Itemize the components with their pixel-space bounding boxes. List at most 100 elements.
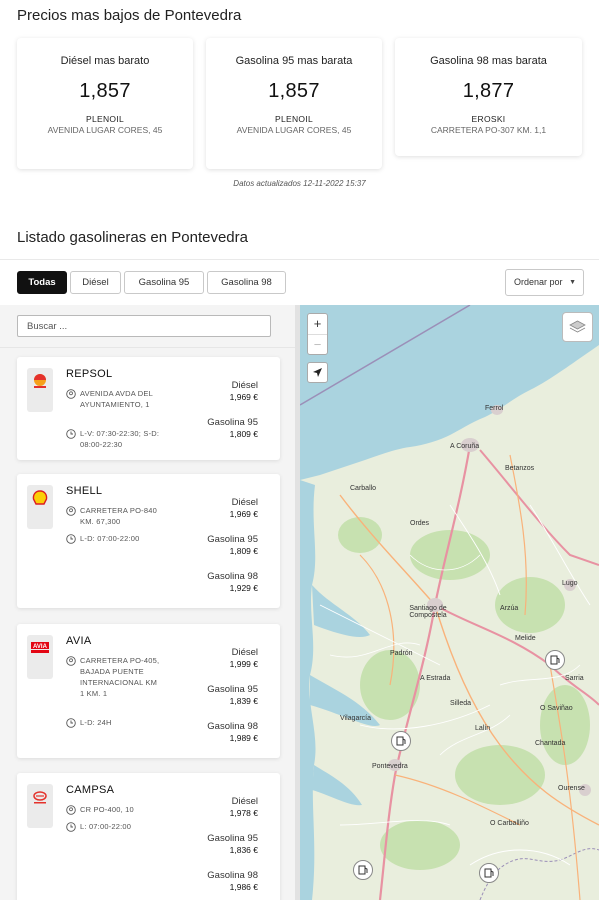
fuel-price: 1,809 € [229,546,258,556]
station-card-avia[interactable]: AVIA AVIA CARRETERA PO-405, BAJADA PUENT… [17,624,280,758]
cheapest-section-title: Precios mas bajos de Pontevedra [17,7,242,24]
card-price: 1,857 [268,80,320,102]
map-label: Carballo [350,485,377,492]
fuel-price: 1,969 € [229,509,258,519]
price-gasolina98: Gasolina 98 1,986 € [207,870,258,893]
cheapest-gasolina98-card[interactable]: Gasolina 98 mas barata 1,877 EROSKI CARR… [395,38,582,156]
station-address: CARRETERA PO-405, BAJADA PUENTE INTERNAC… [80,656,160,698]
fuel-price: 1,839 € [229,696,258,706]
map-label: O Saviñao [540,705,573,712]
repsol-logo-icon [34,374,46,388]
fuel-pump-icon [484,868,494,878]
station-marker[interactable] [391,731,411,751]
shell-logo-icon [32,490,48,505]
map-label: Ferrol [485,405,504,412]
fuel-pump-icon [550,655,560,665]
map-label: A Estrada [420,675,451,682]
map-label: Vilagarcía [340,715,372,722]
card-label: Gasolina 98 mas barata [430,55,547,67]
station-logo: AVIA [27,635,53,679]
layers-icon [569,320,586,333]
station-address-row: AVENIDA AVDA DEL AYUNTAMIENTO, 1 [66,388,170,410]
zoom-control: + − [307,313,328,355]
map-label: Melide [515,635,536,642]
station-hours-row: L-D: 24H [66,717,160,728]
sort-select[interactable]: Ordenar por ▼ [505,269,584,296]
location-pin-icon [66,389,76,399]
cheapest-diesel-card[interactable]: Diésel mas barato 1,857 PLENOIL AVENIDA … [17,38,193,169]
clock-icon [66,534,76,544]
station-card-shell[interactable]: SHELL CARRETERA PO-840 KM. 67,300 L-D: 0… [17,474,280,608]
fuel-label: Diésel [231,497,258,508]
station-name: SHELL [66,485,103,497]
card-address: CARRETERA PO-307 KM. 1,1 [430,125,547,135]
location-pin-icon [66,805,76,815]
station-marker[interactable] [479,863,499,883]
filter-todas-button[interactable]: Todas [17,271,67,294]
station-hours-row: L-V: 07:30-22:30; S-D: 08:00-22:30 [66,428,166,450]
card-price: 1,857 [79,80,131,102]
station-address: CARRETERA PO-840 KM. 67,300 [80,506,157,526]
campsa-logo-icon [33,791,47,804]
map-label: Padrón [390,650,413,657]
card-label: Diésel mas barato [60,55,150,67]
fuel-label: Diésel [231,796,258,807]
filter-gasolina98-button[interactable]: Gasolina 98 [207,271,286,294]
clock-icon [66,718,76,728]
fuel-label: Gasolina 98 [207,721,258,732]
fuel-label: Gasolina 98 [207,571,258,582]
card-station: PLENOIL [274,114,313,124]
zoom-out-button[interactable]: − [308,334,327,354]
map[interactable]: A Coruña Ferrol Santiago de Compostela P… [300,305,599,900]
listing-section-title: Listado gasolineras en Pontevedra [17,229,248,246]
station-hours: L-V: 07:30-22:30; S-D: 08:00-22:30 [80,429,160,449]
price-diesel: Diésel 1,969 € [230,380,258,403]
locate-me-button[interactable] [307,362,328,383]
fuel-price: 1,986 € [229,882,258,892]
card-price: 1,877 [462,80,515,102]
station-card-repsol[interactable]: REPSOL AVENIDA AVDA DEL AYUNTAMIENTO, 1 … [17,357,280,460]
card-label: Gasolina 95 mas barata [235,55,353,67]
chevron-down-icon: ▼ [569,279,576,286]
station-hours: L-D: 24H [80,718,112,727]
fuel-price: 1,978 € [229,808,258,818]
map-label: Arzúa [500,605,519,612]
fuel-pump-icon [358,865,368,875]
card-address: AVENIDA LUGAR CORES, 45 [236,125,352,135]
price-gasolina95: Gasolina 95 1,809 € [207,534,258,557]
price-gasolina98: Gasolina 98 1,929 € [207,571,258,594]
station-logo [27,368,53,412]
fuel-price: 1,836 € [229,845,258,855]
navigation-arrow-icon [313,368,322,377]
map-label: A Coruña [450,443,480,450]
fuel-price: 1,989 € [229,733,258,743]
map-label: Lugo [562,580,578,587]
map-label: Ourense [558,785,585,792]
map-label: Chantada [535,740,566,747]
zoom-in-button[interactable]: + [308,314,327,334]
filter-gasolina95-button[interactable]: Gasolina 95 [124,271,204,294]
station-card-campsa[interactable]: CAMPSA CR PO-400, 10 L: 07:00-22:00 Diés… [17,773,280,900]
price-gasolina95: Gasolina 95 1,839 € [207,684,258,707]
fuel-label: Gasolina 98 [207,870,258,881]
station-marker[interactable] [353,860,373,880]
filter-diesel-button[interactable]: Diésel [70,271,121,294]
station-address-row: CARRETERA PO-405, BAJADA PUENTE INTERNAC… [66,655,160,699]
map-label: Santiago de Compostela [409,605,447,619]
card-address: AVENIDA LUGAR CORES, 45 [47,125,163,135]
card-station: PLENOIL [85,114,124,124]
fuel-label: Gasolina 95 [207,684,258,695]
station-hours-row: L: 07:00-22:00 [66,821,170,832]
search-input[interactable] [17,315,271,337]
station-hours: L: 07:00-22:00 [80,822,132,831]
station-hours-row: L-D: 07:00-22:00 [66,533,170,544]
fuel-label: Gasolina 95 [207,417,258,428]
station-name: AVIA [66,635,92,647]
data-updated-note: Datos actualizados 12-11-2022 15:37 [233,179,366,188]
station-marker[interactable] [545,650,565,670]
clock-icon [66,429,76,439]
fuel-price: 1,999 € [229,659,258,669]
cheapest-gasolina95-card[interactable]: Gasolina 95 mas barata 1,857 PLENOIL AVE… [206,38,382,169]
clock-icon [66,822,76,832]
layers-button[interactable] [562,312,593,342]
